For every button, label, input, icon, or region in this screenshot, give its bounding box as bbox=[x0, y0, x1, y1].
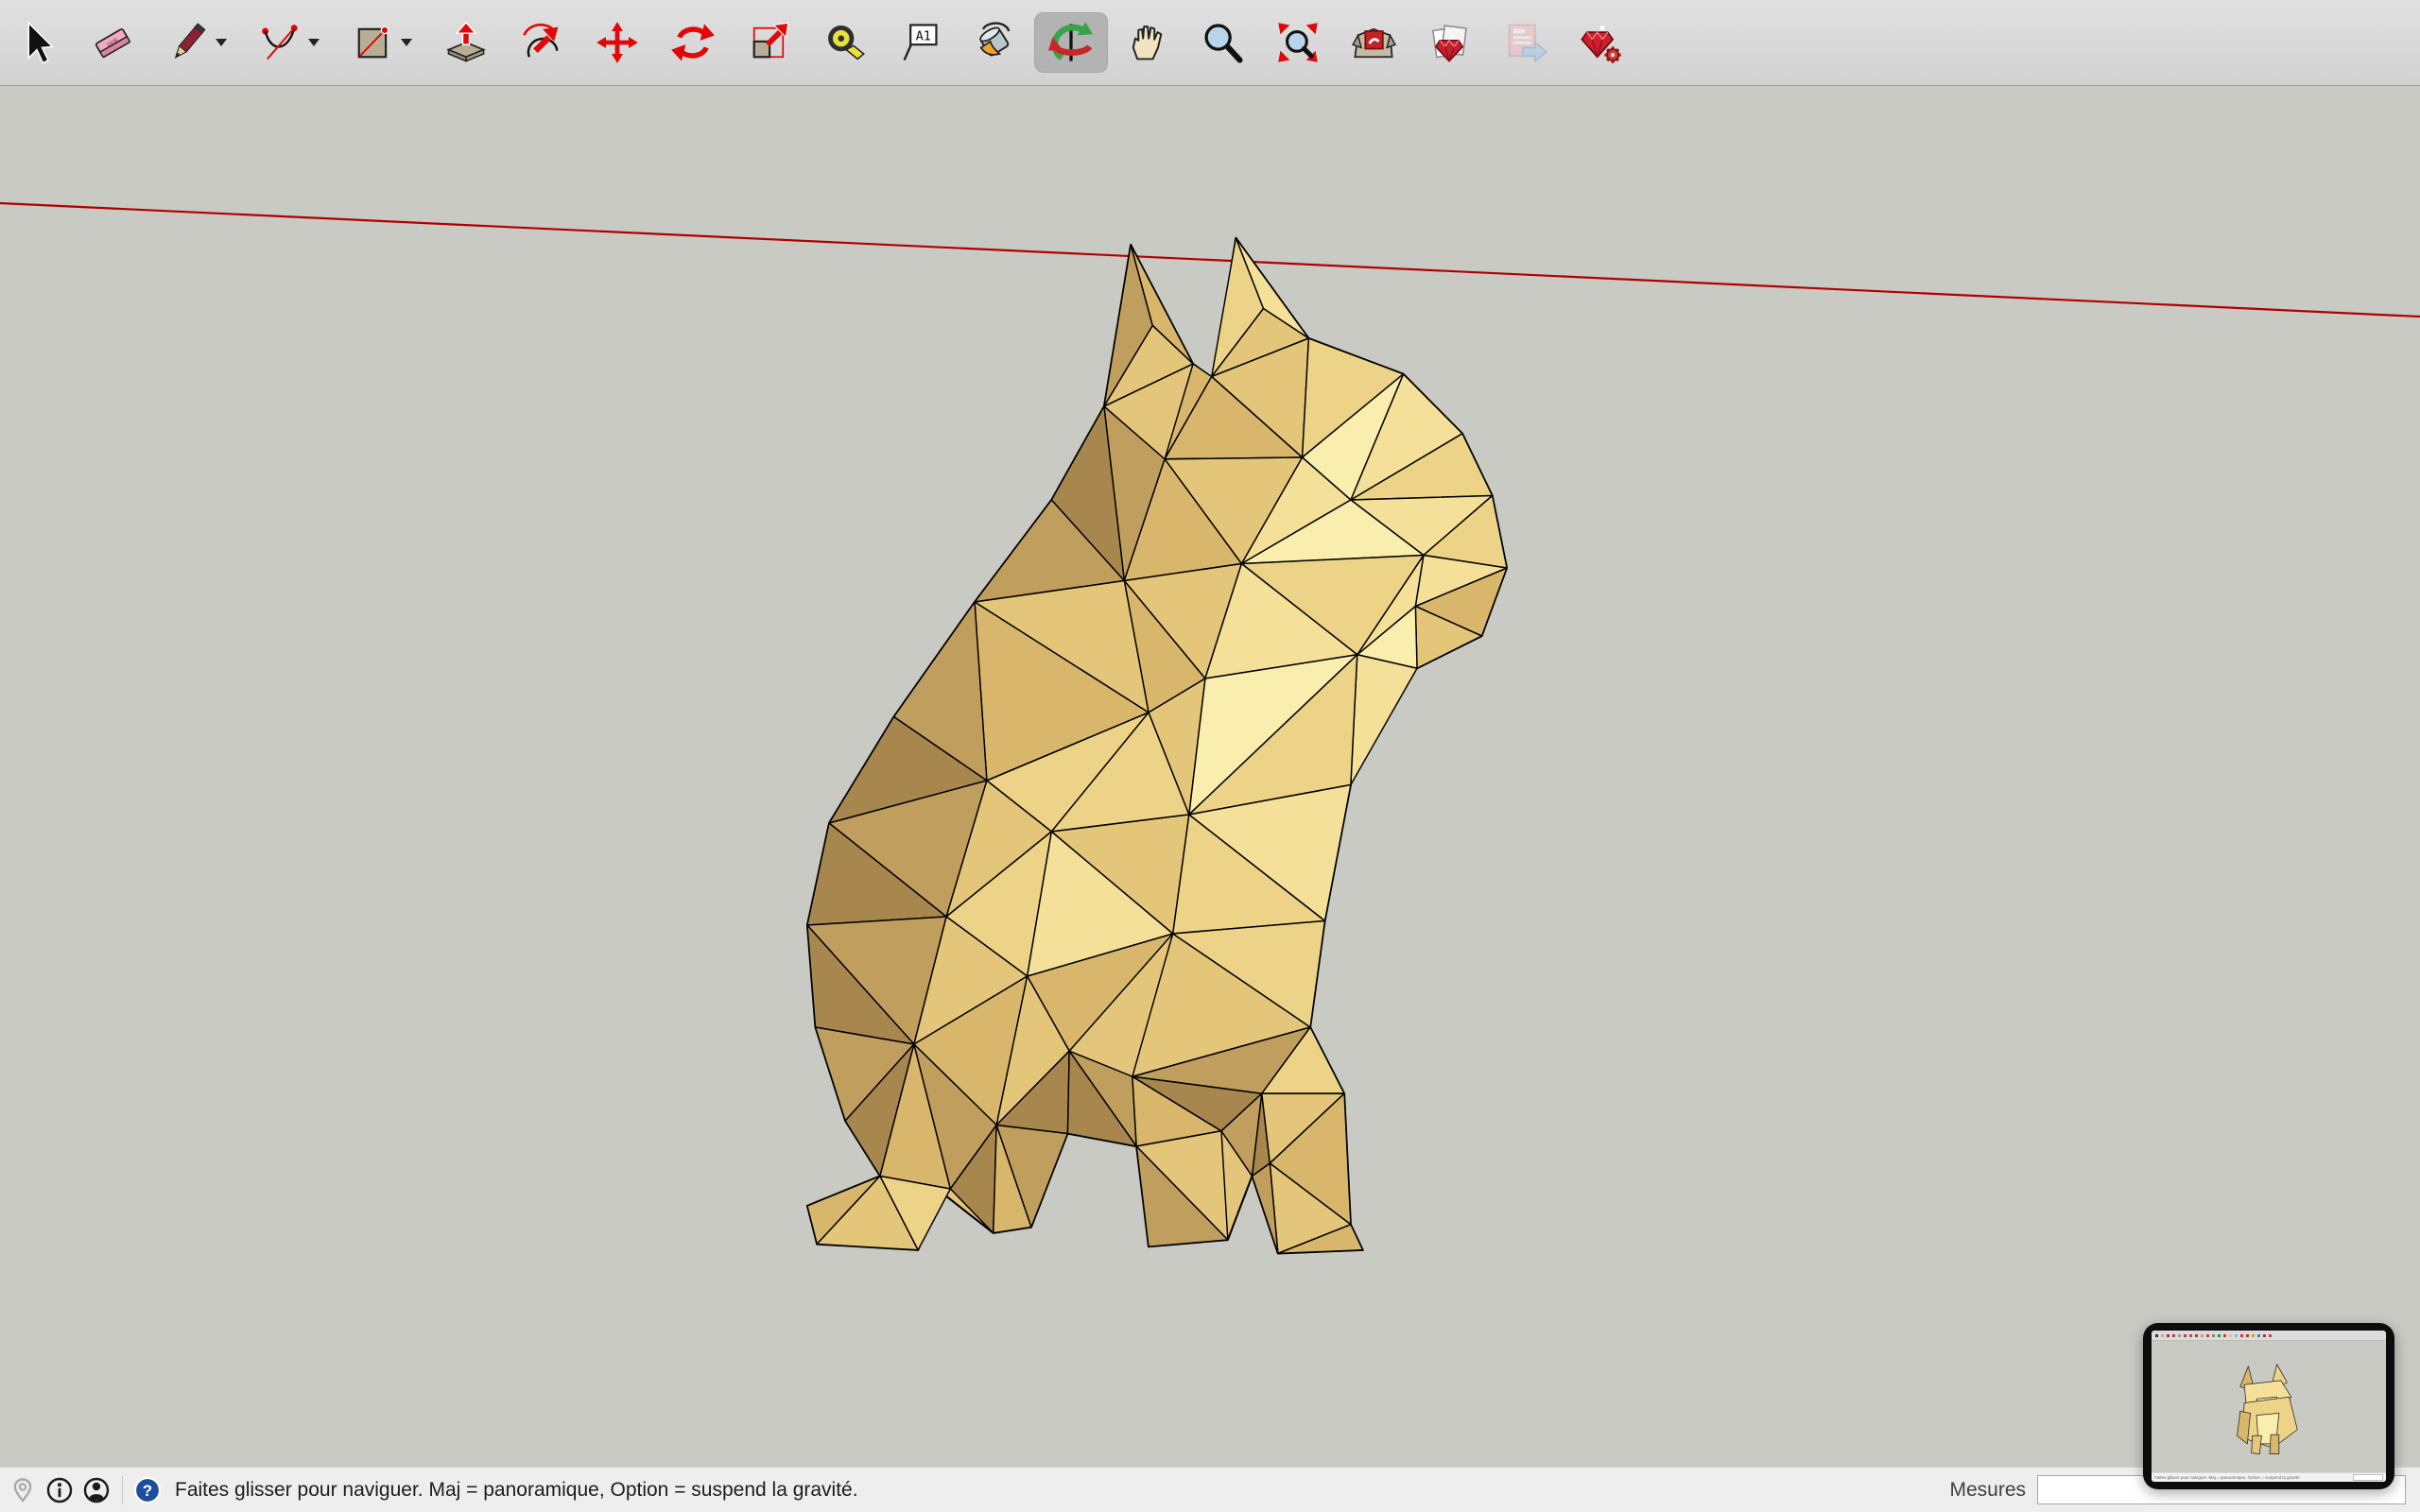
zoom-tool-button[interactable] bbox=[1199, 12, 1246, 73]
pip-toolbar-dot bbox=[2178, 1334, 2181, 1337]
arc-tool-dropdown-caret[interactable] bbox=[307, 38, 320, 47]
pip-model-lowpoly-dog bbox=[2232, 1356, 2306, 1458]
screen-mirror-window[interactable]: Faites glisser pour naviguer. Maj = pano… bbox=[2143, 1323, 2394, 1489]
ruby-script-tool-button[interactable] bbox=[1426, 12, 1473, 73]
pip-toolbar-dot bbox=[2172, 1334, 2175, 1337]
pip-toolbar-dot bbox=[2167, 1334, 2169, 1337]
pip-toolbar-dot bbox=[2155, 1334, 2158, 1337]
scale-tool-button[interactable] bbox=[745, 12, 792, 73]
export-tool-button[interactable] bbox=[1501, 12, 1548, 73]
account-icon[interactable] bbox=[81, 1475, 112, 1505]
measurements-label: Mesures bbox=[1949, 1479, 2026, 1502]
drawing-viewport[interactable] bbox=[0, 87, 2420, 1467]
pip-toolbar-dot bbox=[2240, 1334, 2243, 1337]
pip-toolbar-dot bbox=[2229, 1334, 2232, 1337]
pip-status-message: Faites glisser pour naviguer. Maj = pano… bbox=[2154, 1475, 2301, 1480]
text-tool-button[interactable]: A1 bbox=[896, 12, 943, 73]
main-toolbar: pink A1 bbox=[0, 0, 2420, 86]
status-bar: ? Faites glisser pour naviguer. Maj = pa… bbox=[0, 1467, 2420, 1512]
pip-toolbar-dot bbox=[2184, 1334, 2187, 1337]
rotate-tool-button[interactable] bbox=[669, 12, 717, 73]
line-tool-button[interactable] bbox=[164, 12, 229, 73]
pip-toolbar-dot bbox=[2269, 1334, 2272, 1337]
svg-text:?: ? bbox=[143, 1482, 152, 1500]
pip-toolbar-dot bbox=[2189, 1334, 2192, 1337]
shape-tool-button[interactable] bbox=[350, 12, 414, 73]
pip-toolbar-dot bbox=[2161, 1334, 2164, 1337]
followme-tool-button[interactable] bbox=[518, 12, 565, 73]
pan-tool-button[interactable] bbox=[1123, 12, 1170, 73]
help-icon[interactable]: ? bbox=[132, 1475, 163, 1505]
pip-toolbar-dot bbox=[2206, 1334, 2209, 1337]
info-icon[interactable] bbox=[44, 1475, 75, 1505]
pip-toolbar-dot bbox=[2212, 1334, 2215, 1337]
pip-toolbar-dot bbox=[2223, 1334, 2226, 1337]
pip-toolbar-dot bbox=[2235, 1334, 2238, 1337]
pip-statusbar: Faites glisser pour naviguer. Maj = pano… bbox=[2152, 1472, 2386, 1482]
pip-canvas bbox=[2152, 1341, 2386, 1472]
svg-text:A1: A1 bbox=[916, 28, 931, 43]
pip-screen: Faites glisser pour naviguer. Maj = pano… bbox=[2152, 1331, 2386, 1482]
pip-toolbar-dot bbox=[2201, 1334, 2204, 1337]
zoom-extents-tool-button[interactable] bbox=[1274, 12, 1322, 73]
pip-toolbar-dot bbox=[2246, 1334, 2249, 1337]
statusbar-divider bbox=[122, 1476, 123, 1504]
status-message: Faites glisser pour naviguer. Maj = pano… bbox=[175, 1479, 858, 1502]
pip-measurements-box bbox=[2353, 1474, 2383, 1481]
paint-tool-button[interactable] bbox=[972, 12, 1019, 73]
select-tool-button[interactable] bbox=[13, 12, 60, 73]
arc-tool-button[interactable] bbox=[257, 12, 321, 73]
tape-measure-tool-button[interactable] bbox=[821, 12, 868, 73]
pip-toolbar bbox=[2152, 1331, 2386, 1341]
pip-toolbar-dot bbox=[2218, 1334, 2221, 1337]
move-tool-button[interactable] bbox=[594, 12, 641, 73]
pip-toolbar-dot bbox=[2257, 1334, 2260, 1337]
orbit-tool-button[interactable] bbox=[1034, 12, 1108, 73]
model-lowpoly-dog[interactable] bbox=[785, 236, 1512, 1257]
eraser-tool-button[interactable]: pink bbox=[89, 12, 136, 73]
pip-toolbar-dot bbox=[2263, 1334, 2266, 1337]
geolocation-icon[interactable] bbox=[8, 1475, 38, 1505]
line-tool-dropdown-caret[interactable] bbox=[215, 38, 228, 47]
ruby-console-tool-button[interactable] bbox=[1577, 12, 1624, 73]
pushpull-tool-button[interactable] bbox=[442, 12, 490, 73]
pip-toolbar-dot bbox=[2252, 1334, 2255, 1337]
shape-tool-dropdown-caret[interactable] bbox=[400, 38, 413, 47]
model-box-tool-button[interactable] bbox=[1350, 12, 1397, 73]
pip-toolbar-dot bbox=[2195, 1334, 2198, 1337]
